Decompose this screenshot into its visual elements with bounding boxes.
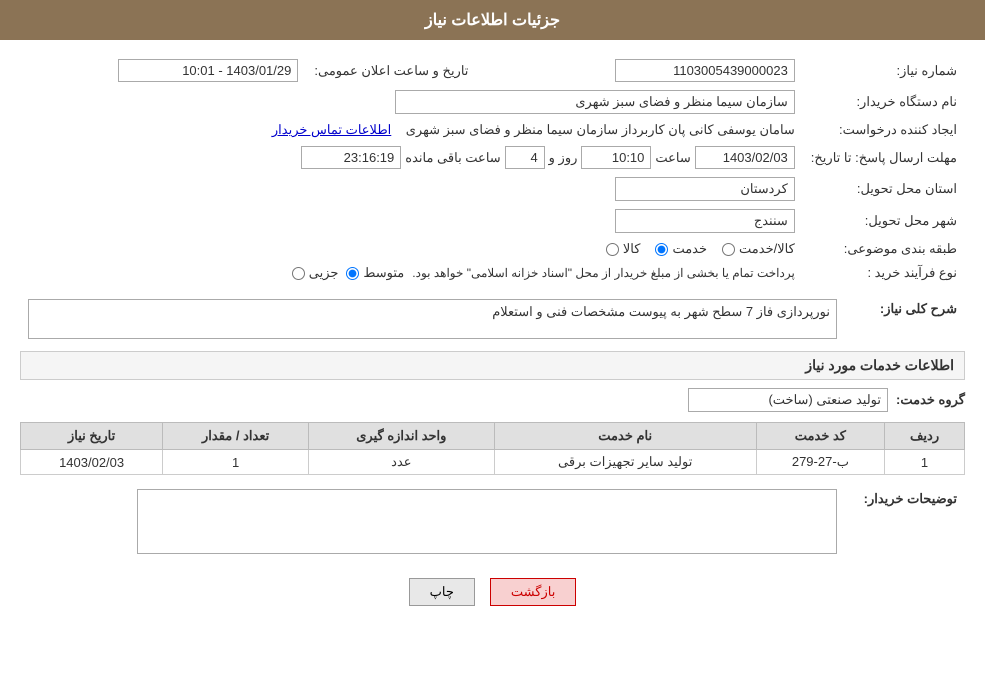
category-kala-radio[interactable] [606,243,619,256]
row-city: شهر محل تحویل: سنندج [20,205,965,237]
category-khedmat-radio[interactable] [655,243,668,256]
back-button[interactable]: بازگشت [490,578,576,606]
need-number-label: شماره نیاز: [803,55,965,86]
process-notice: پرداخت تمام یا بخشی از مبلغ خریدار از مح… [412,266,795,280]
services-section-title: اطلاعات خدمات مورد نیاز [20,351,965,380]
row-buyer-desc: توضیحات خریدار: [20,485,965,558]
row-category: طبقه بندی موضوعی: کالا/خدمت خدمت کالا [20,237,965,261]
col-unit: واحد اندازه گیری [309,423,495,450]
col-quantity: تعداد / مقدار [163,423,309,450]
category-kala-khedmat-radio[interactable] [722,243,735,256]
col-code: کد خدمت [756,423,884,450]
cell-code: ب-27-279 [756,450,884,475]
reply-remaining-input: 23:16:19 [301,146,401,169]
page-title: جزئیات اطلاعات نیاز [425,12,560,29]
page-header: جزئیات اطلاعات نیاز [0,0,985,40]
row-need-summary: شرح کلی نیاز: نورپردازی فاز 7 سطح شهر به… [20,295,965,343]
group-service-row: گروه خدمت: تولید صنعتی (ساخت) [20,388,965,412]
buyer-org-input: سازمان سیما منظر و فضای سبز شهری [395,90,795,114]
group-service-label: گروه خدمت: [896,392,965,408]
buyer-desc-label: توضیحات خریدار: [845,485,965,558]
row-province: استان محل تحویل: کردستان [20,173,965,205]
reply-time-input: 10:10 [581,146,651,169]
cell-name: تولید سایر تجهیزات برقی [494,450,756,475]
row-reply-deadline: مهلت ارسال پاسخ: تا تاریخ: 1403/02/03 سا… [20,142,965,173]
cell-date: 1403/02/03 [21,450,163,475]
category-kala-khedmat[interactable]: کالا/خدمت [722,241,795,257]
requester-contact-link[interactable]: اطلاعات تماس خریدار [272,122,391,137]
process-motavaset-label: متوسط [363,265,404,281]
need-summary-label: شرح کلی نیاز: [845,295,965,343]
buyer-desc-table: توضیحات خریدار: [20,485,965,558]
process-jozi[interactable]: جزیی [292,265,339,281]
need-number-input: 1103005439000023 [615,59,795,82]
cell-row: 1 [885,450,965,475]
need-summary-text: نورپردازی فاز 7 سطح شهر به پیوست مشخصات … [492,304,830,319]
reply-deadline-row: 1403/02/03 ساعت 10:10 روز و 4 ساعت باقی … [28,146,795,169]
process-motavaset[interactable]: متوسط [346,265,404,281]
services-table-header-row: ردیف کد خدمت نام خدمت واحد اندازه گیری ت… [21,423,965,450]
category-label: طبقه بندی موضوعی: [803,237,965,261]
services-table-body: 1 ب-27-279 تولید سایر تجهیزات برقی عدد 1… [21,450,965,475]
reply-remaining-label: ساعت باقی مانده [405,150,500,166]
buyer-org-value: سازمان سیما منظر و فضای سبز شهری [20,86,803,118]
province-input: کردستان [615,177,795,201]
category-kala-khedmat-label: کالا/خدمت [739,241,795,257]
requester-text: سامان یوسفی کانی پان کاربرداز سازمان سیم… [406,122,795,137]
need-number-value: 1103005439000023 [516,55,802,86]
process-motavaset-radio[interactable] [346,267,359,280]
need-summary-table: شرح کلی نیاز: نورپردازی فاز 7 سطح شهر به… [20,295,965,343]
col-date: تاریخ نیاز [21,423,163,450]
cell-unit: عدد [309,450,495,475]
main-content: شماره نیاز: 1103005439000023 تاریخ و ساع… [0,40,985,636]
row-requester: ایجاد کننده درخواست: سامان یوسفی کانی پا… [20,118,965,142]
cell-quantity: 1 [163,450,309,475]
requester-label: ایجاد کننده درخواست: [803,118,965,142]
buyer-org-label: نام دستگاه خریدار: [803,86,965,118]
requester-value: سامان یوسفی کانی پان کاربرداز سازمان سیم… [20,118,803,142]
row-need-number: شماره نیاز: 1103005439000023 تاریخ و ساع… [20,55,965,86]
process-row: پرداخت تمام یا بخشی از مبلغ خریدار از مح… [28,265,795,281]
group-service-input: تولید صنعتی (ساخت) [688,388,888,412]
col-name: نام خدمت [494,423,756,450]
city-input: سنندج [615,209,795,233]
buyer-desc-box[interactable] [137,489,837,554]
row-process: نوع فرآیند خرید : پرداخت تمام یا بخشی از… [20,261,965,285]
reply-deadline-label: مهلت ارسال پاسخ: تا تاریخ: [803,142,965,173]
city-value: سنندج [20,205,803,237]
reply-days-label: روز و [549,150,578,166]
category-kala-label: کالا [623,241,641,257]
process-jozi-label: جزیی [309,265,339,281]
reply-time-label: ساعت [655,150,690,166]
print-button[interactable]: چاپ [409,578,475,606]
city-label: شهر محل تحویل: [803,205,965,237]
reply-date-input: 1403/02/03 [695,146,795,169]
row-buyer-org: نام دستگاه خریدار: سازمان سیما منظر و فض… [20,86,965,118]
services-table: ردیف کد خدمت نام خدمت واحد اندازه گیری ت… [20,422,965,475]
process-jozi-radio[interactable] [292,267,305,280]
category-kala[interactable]: کالا [606,241,641,257]
page-wrapper: جزئیات اطلاعات نیاز شماره نیاز: 11030054… [0,0,985,691]
services-table-head: ردیف کد خدمت نام خدمت واحد اندازه گیری ت… [21,423,965,450]
category-radio-group: کالا/خدمت خدمت کالا [28,241,795,257]
announce-date-input: 1403/01/29 - 10:01 [118,59,298,82]
buttons-row: بازگشت چاپ [20,578,965,606]
col-row: ردیف [885,423,965,450]
table-row: 1 ب-27-279 تولید سایر تجهیزات برقی عدد 1… [21,450,965,475]
announce-date-label: تاریخ و ساعت اعلان عمومی: [306,55,476,86]
announce-date-value: 1403/01/29 - 10:01 [20,55,306,86]
category-khedmat-label: خدمت [672,241,707,257]
province-label: استان محل تحویل: [803,173,965,205]
reply-days-input: 4 [505,146,545,169]
info-table: شماره نیاز: 1103005439000023 تاریخ و ساع… [20,55,965,285]
need-summary-box: نورپردازی فاز 7 سطح شهر به پیوست مشخصات … [28,299,837,339]
process-label: نوع فرآیند خرید : [803,261,965,285]
category-khedmat[interactable]: خدمت [655,241,707,257]
province-value: کردستان [20,173,803,205]
